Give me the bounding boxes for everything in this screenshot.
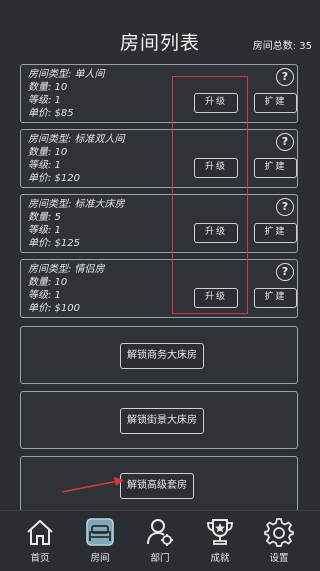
department-icon bbox=[147, 519, 173, 546]
room-count: 数量: 10 bbox=[28, 147, 68, 158]
nav-label: 房间 bbox=[90, 553, 110, 564]
room-card-couple: 房间类型: 情侣房 数量: 10 等级: 1 单价: $100 ? 升级 扩建 bbox=[20, 259, 298, 318]
help-icon[interactable]: ? bbox=[276, 133, 294, 151]
room-total-count: 房间总数: 35 bbox=[252, 41, 312, 52]
nav-label: 首页 bbox=[30, 553, 50, 564]
nav-label: 设置 bbox=[269, 553, 289, 564]
room-level: 等级: 1 bbox=[28, 290, 61, 301]
bottom-nav: 首页 房间 部门 成就 设置 bbox=[0, 510, 320, 571]
room-level: 等级: 1 bbox=[28, 225, 61, 236]
highlight-box bbox=[172, 76, 248, 314]
room-price: 单价: $120 bbox=[28, 173, 80, 184]
room-count: 数量: 10 bbox=[28, 82, 68, 93]
help-icon[interactable]: ? bbox=[276, 68, 294, 86]
home-icon bbox=[27, 519, 53, 545]
expand-button[interactable]: 扩建 bbox=[254, 288, 297, 308]
room-price: 单价: $85 bbox=[28, 108, 74, 119]
bed-icon bbox=[86, 518, 114, 546]
unlock-street-view-king-button[interactable]: 解锁街景大床房 bbox=[120, 408, 204, 434]
room-card-single: 房间类型: 单人间 数量: 10 等级: 1 单价: $85 ? 升级 扩建 bbox=[20, 64, 298, 123]
room-level: 等级: 1 bbox=[28, 160, 61, 171]
nav-settings[interactable]: 设置 bbox=[254, 515, 304, 569]
room-card-standard-twin: 房间类型: 标准双人间 数量: 10 等级: 1 单价: $120 ? 升级 扩… bbox=[20, 129, 298, 188]
locked-room-card: 解锁街景大床房 bbox=[20, 391, 298, 449]
room-count: 数量: 10 bbox=[28, 277, 68, 288]
nav-label: 部门 bbox=[150, 553, 170, 564]
nav-home[interactable]: 首页 bbox=[15, 515, 65, 569]
room-count: 数量: 5 bbox=[28, 212, 61, 223]
room-type: 房间类型: 单人间 bbox=[28, 69, 105, 80]
room-level: 等级: 1 bbox=[28, 95, 61, 106]
unlock-deluxe-suite-button[interactable]: 解锁高级套房 bbox=[120, 473, 194, 499]
gear-icon bbox=[264, 518, 294, 547]
room-type: 房间类型: 标准双人间 bbox=[28, 134, 125, 145]
trophy-icon bbox=[207, 519, 233, 545]
expand-button[interactable]: 扩建 bbox=[254, 158, 297, 178]
locked-room-card: 解锁高级套房 bbox=[20, 456, 298, 514]
nav-rooms[interactable]: 房间 bbox=[75, 515, 125, 569]
nav-label: 成就 bbox=[210, 553, 230, 564]
room-price: 单价: $125 bbox=[28, 238, 80, 249]
locked-room-card: 解锁商务大床房 bbox=[20, 326, 298, 384]
room-type: 房间类型: 标准大床房 bbox=[28, 199, 125, 210]
expand-button[interactable]: 扩建 bbox=[254, 93, 297, 113]
expand-button[interactable]: 扩建 bbox=[254, 223, 297, 243]
room-card-standard-king: 房间类型: 标准大床房 数量: 5 等级: 1 单价: $125 ? 升级 扩建 bbox=[20, 194, 298, 253]
nav-achievements[interactable]: 成就 bbox=[195, 515, 245, 569]
nav-department[interactable]: 部门 bbox=[135, 515, 185, 569]
room-type: 房间类型: 情侣房 bbox=[28, 264, 105, 275]
help-icon[interactable]: ? bbox=[276, 263, 294, 281]
unlock-business-king-button[interactable]: 解锁商务大床房 bbox=[120, 343, 204, 369]
header: 房间列表 房间总数: 35 bbox=[0, 0, 320, 62]
room-price: 单价: $100 bbox=[28, 303, 80, 314]
help-icon[interactable]: ? bbox=[276, 198, 294, 216]
